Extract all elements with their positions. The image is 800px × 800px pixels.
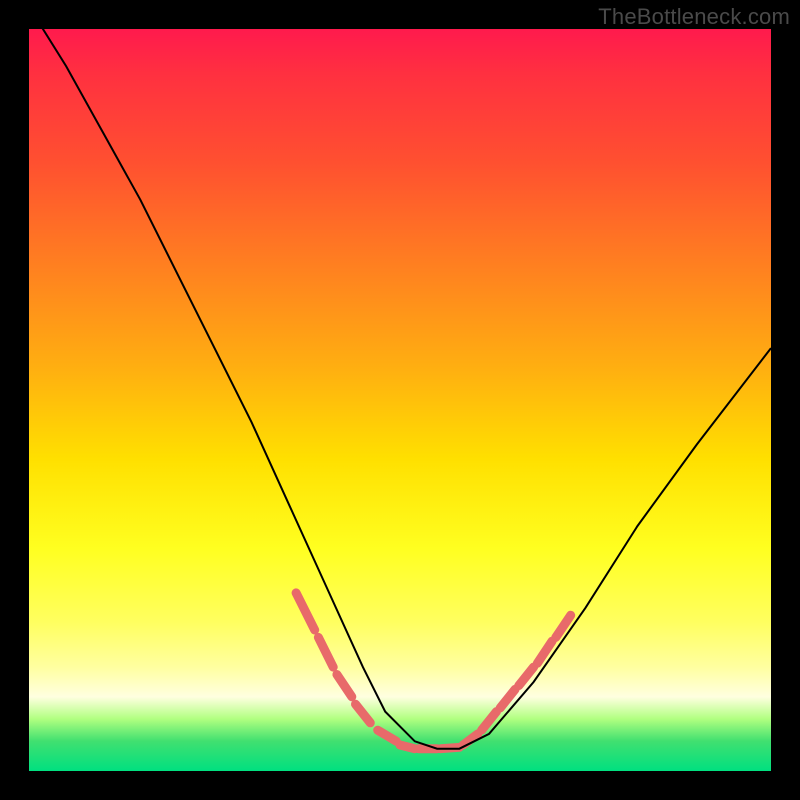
highlight-layer <box>296 593 571 749</box>
highlight-dash <box>356 704 371 723</box>
highlight-dash <box>318 637 333 667</box>
highlight-dash <box>556 615 571 637</box>
highlight-dash <box>519 667 534 686</box>
watermark-text: TheBottleneck.com <box>598 4 790 30</box>
highlight-dash <box>337 675 352 697</box>
highlight-dash <box>296 593 315 630</box>
highlight-dash <box>378 730 397 741</box>
highlight-dash <box>400 745 415 749</box>
bottleneck-curve-path <box>29 29 771 749</box>
bottleneck-chart <box>29 29 771 771</box>
